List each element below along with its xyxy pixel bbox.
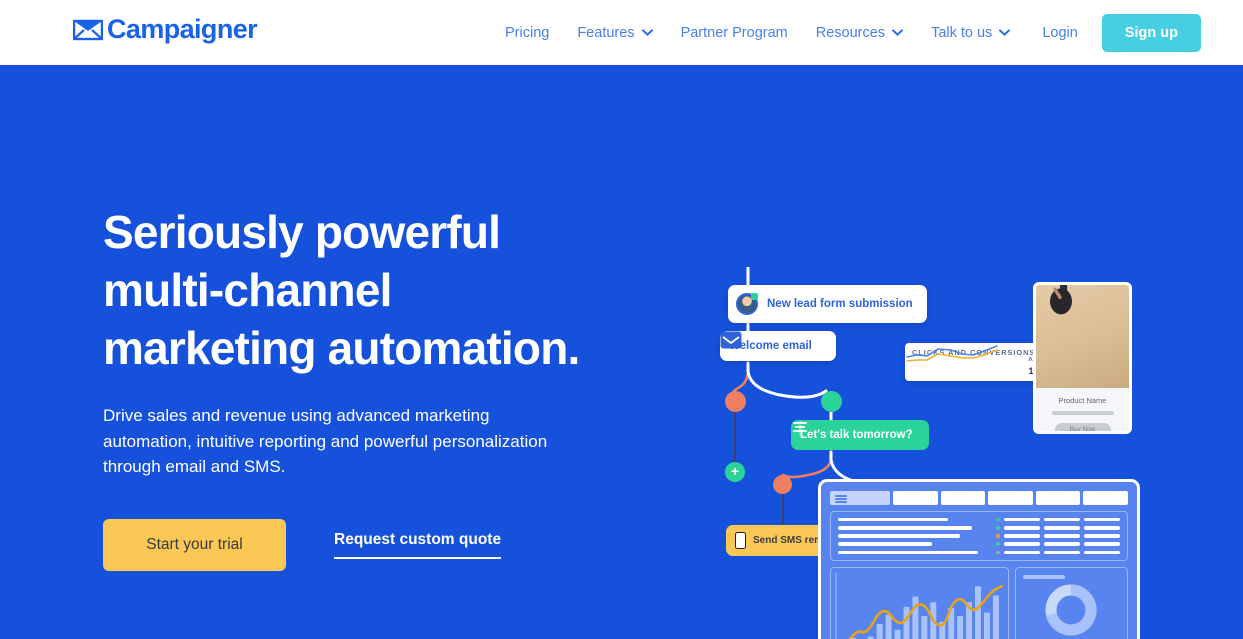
- donut-chart-svg: [1045, 584, 1097, 636]
- nav-item-features[interactable]: Features: [563, 25, 666, 41]
- nav-label-features: Features: [577, 24, 635, 41]
- dashboard-charts-row: [830, 567, 1128, 639]
- chevron-down-icon: [999, 29, 1011, 36]
- workflow-node-new-lead[interactable]: New lead form submission: [728, 285, 927, 323]
- workflow-branch-dot-green[interactable]: [821, 391, 842, 412]
- nav-item-resources[interactable]: Resources: [802, 25, 917, 41]
- table-row[interactable]: [996, 550, 1120, 554]
- bar-chart-svg: [835, 572, 1004, 639]
- request-quote-link[interactable]: Request custom quote: [334, 531, 502, 559]
- table-row[interactable]: [996, 518, 1120, 522]
- nav-item-talk-to-us[interactable]: Talk to us: [917, 25, 1024, 41]
- workflow-node-welcome-email[interactable]: Welcome email: [720, 331, 836, 361]
- add-step-button[interactable]: +: [725, 462, 745, 482]
- workflow-node-label: Let's talk tomorrow?: [800, 429, 913, 441]
- login-link[interactable]: Login: [1024, 25, 1095, 41]
- dashboard-mockup: [818, 479, 1140, 639]
- dashboard-table: [996, 518, 1120, 554]
- status-badge: [996, 534, 1000, 538]
- product-image: [1036, 285, 1129, 388]
- nav-label-resources: Resources: [815, 24, 886, 41]
- chevron-down-icon: [641, 29, 653, 36]
- status-badge: [996, 550, 1000, 554]
- table-row[interactable]: [996, 534, 1120, 538]
- product-name: Product Name: [1058, 396, 1107, 405]
- main-navigation: Pricing Features Partner Program Resourc…: [505, 0, 1201, 65]
- envelope-icon: [720, 331, 742, 349]
- workflow-branch-dot-orange[interactable]: [725, 391, 746, 412]
- status-badge: [996, 542, 1000, 546]
- dashboard-tabbar: [830, 491, 1128, 505]
- logo-text: Campaigner: [107, 14, 258, 44]
- dashboard-tab[interactable]: [893, 491, 938, 505]
- table-row[interactable]: [996, 542, 1120, 546]
- dashboard-list-panel: [830, 511, 1128, 561]
- workflow-branch-dot-orange-2[interactable]: [773, 475, 792, 494]
- product-price-placeholder: [1051, 411, 1114, 415]
- dashboard-tab[interactable]: [1035, 491, 1081, 505]
- nav-label-pricing: Pricing: [505, 24, 550, 41]
- site-header: Campaigner Pricing Features Partner Prog…: [0, 0, 1243, 65]
- status-badge: [996, 526, 1000, 530]
- signup-button[interactable]: Sign up: [1101, 13, 1201, 52]
- sparkline-chart: [906, 345, 998, 362]
- chevron-down-icon: [892, 29, 904, 36]
- buy-now-button[interactable]: Buy Now: [1054, 423, 1111, 431]
- page-title: Seriously powerful multi-channel marketi…: [103, 206, 580, 374]
- dashboard-donut-chart: [1014, 567, 1128, 639]
- hero-cta-row: Start your trial Request custom quote: [103, 518, 603, 571]
- nav-label-talk-to-us: Talk to us: [931, 24, 993, 41]
- phone-icon: [735, 532, 746, 549]
- hero-illustration: New lead form submission Welcome email L…: [700, 205, 1170, 639]
- hero-subtitle: Drive sales and revenue using advanced m…: [103, 406, 548, 476]
- hero-section: Seriously powerful multi-channel marketi…: [0, 65, 1243, 639]
- donut-chart-title: [1022, 575, 1065, 579]
- workflow-node-sms-chat[interactable]: Let's talk tomorrow?: [791, 420, 929, 450]
- dashboard-tab[interactable]: [940, 491, 986, 505]
- dashboard-text-block: [838, 518, 990, 554]
- nav-item-pricing[interactable]: Pricing: [505, 25, 563, 41]
- hero-copy: Seriously powerful multi-channel marketi…: [103, 203, 603, 571]
- start-trial-button[interactable]: Start your trial: [103, 518, 286, 571]
- table-row[interactable]: [996, 526, 1120, 530]
- headphones-icon: [1050, 285, 1072, 315]
- nav-label-partner-program: Partner Program: [680, 24, 788, 41]
- chat-lines-icon: [793, 420, 807, 436]
- envelope-icon: [73, 19, 103, 40]
- product-card: Product Name Buy Now: [1033, 282, 1132, 434]
- logo[interactable]: Campaigner: [73, 14, 258, 44]
- dashboard-tab[interactable]: [988, 491, 1033, 505]
- avatar: [736, 293, 758, 315]
- page-root: Campaigner Pricing Features Partner Prog…: [0, 0, 1243, 639]
- status-badge: [996, 518, 1000, 522]
- workflow-node-label: New lead form submission: [767, 298, 913, 310]
- dashboard-bar-chart: [830, 567, 1009, 639]
- hamburger-menu-icon[interactable]: [830, 491, 890, 505]
- dashboard-tab[interactable]: [1083, 491, 1128, 505]
- nav-item-partner-program[interactable]: Partner Program: [667, 25, 802, 41]
